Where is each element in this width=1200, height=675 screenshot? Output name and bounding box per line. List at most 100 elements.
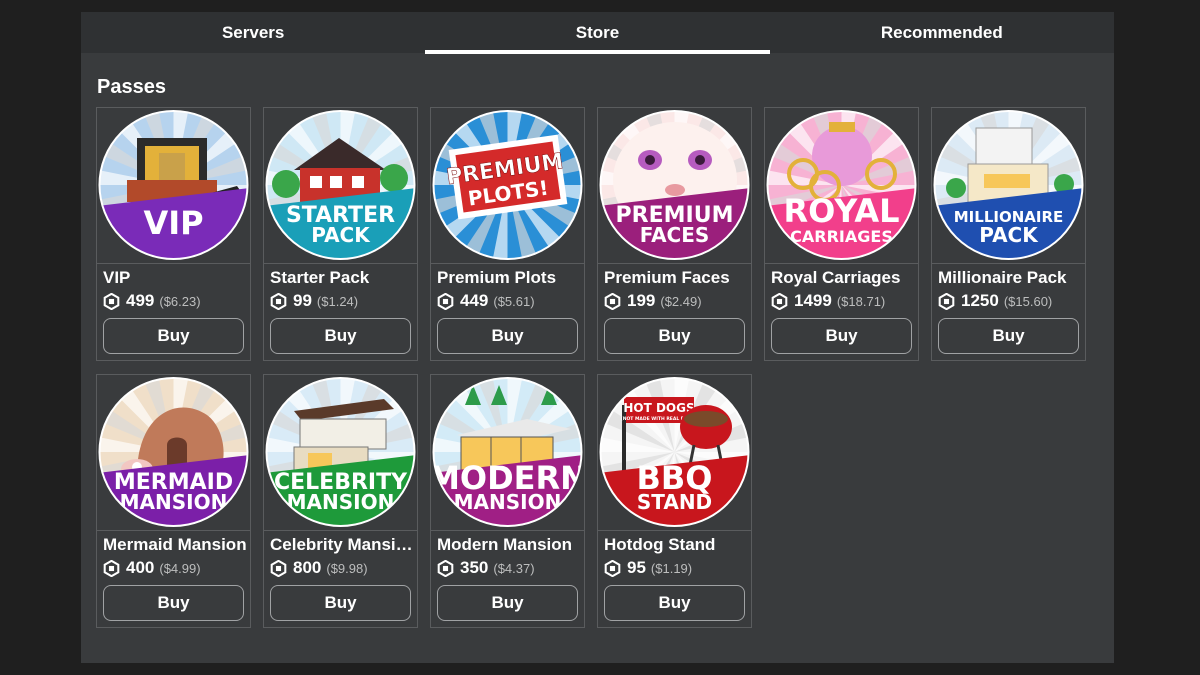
- pass-thumbnail-art: ROYAL CARRIAGES: [766, 110, 917, 260]
- pass-name[interactable]: Premium Faces: [604, 268, 748, 288]
- pass-thumbnail[interactable]: PREMIUM PLOTS!: [431, 108, 584, 264]
- pass-card[interactable]: CELEBRITY MANSION Celebrity Mansion 800 …: [263, 374, 418, 628]
- pass-thumbnail[interactable]: MERMAID MANSION: [97, 375, 250, 531]
- usd-price: ($18.71): [836, 293, 886, 309]
- robux-icon: [604, 292, 621, 310]
- passes-grid: VIP VIP 499 ($6.23) Buy STARTER PACK Sta…: [96, 107, 1101, 628]
- pass-thumbnail-art: STARTER PACK: [265, 110, 416, 260]
- art-title-line2: MANSION: [120, 490, 228, 514]
- art-title-line2: STAND: [637, 490, 712, 514]
- pass-price: 350 ($4.37): [437, 558, 535, 578]
- usd-price: ($6.23): [159, 293, 201, 309]
- pass-thumbnail[interactable]: PREMIUM FACES: [598, 108, 751, 264]
- art-title-line2: MANSION: [287, 490, 395, 514]
- pass-price: 499 ($6.23): [103, 291, 201, 311]
- robux-icon: [270, 292, 287, 310]
- art-title-line2: MANSION: [454, 490, 562, 514]
- pass-card[interactable]: MILLIONAIRE PACK Millionaire Pack 1250 (…: [931, 107, 1086, 361]
- pass-thumbnail-art: VIP: [98, 110, 249, 260]
- pass-name[interactable]: Celebrity Mansion: [270, 535, 414, 555]
- section-title-passes: Passes: [97, 76, 166, 98]
- buy-button[interactable]: Buy: [103, 318, 244, 354]
- pass-price: 1499 ($18.71): [771, 291, 885, 311]
- pass-thumbnail[interactable]: VIP: [97, 108, 250, 264]
- pass-thumbnail[interactable]: HOT DOGS (NOT MADE WITH REAL DOGS) BBQ S…: [598, 375, 751, 531]
- art-title-line2: PACK: [979, 223, 1039, 247]
- usd-price: ($2.49): [660, 293, 702, 309]
- pass-name[interactable]: Modern Mansion: [437, 535, 581, 555]
- robux-amount: 449: [460, 291, 489, 310]
- art-title-line2: CARRIAGES: [790, 227, 893, 246]
- robux-amount: 1499: [794, 291, 832, 310]
- pass-name[interactable]: Mermaid Mansion: [103, 535, 247, 555]
- robux-amount: 400: [126, 558, 155, 577]
- robux-amount: 800: [293, 558, 322, 577]
- art-title-line1: ROYAL: [784, 192, 900, 230]
- pass-price: 400 ($4.99): [103, 558, 201, 578]
- pass-thumbnail-art: MODERN MANSION: [432, 377, 583, 527]
- pass-card[interactable]: ROYAL CARRIAGES Royal Carriages 1499 ($1…: [764, 107, 919, 361]
- buy-button[interactable]: Buy: [270, 585, 411, 621]
- game-details-panel: Servers Store Recommended Passes VIP VIP 4: [81, 12, 1114, 663]
- pass-name[interactable]: Premium Plots: [437, 268, 581, 288]
- pass-thumbnail[interactable]: MODERN MANSION: [431, 375, 584, 531]
- robux-icon: [938, 292, 955, 310]
- pass-card[interactable]: HOT DOGS (NOT MADE WITH REAL DOGS) BBQ S…: [597, 374, 752, 628]
- buy-button[interactable]: Buy: [437, 585, 578, 621]
- tab-recommended[interactable]: Recommended: [770, 12, 1114, 53]
- pass-name[interactable]: Millionaire Pack: [938, 268, 1082, 288]
- pass-card[interactable]: MERMAID MANSION Mermaid Mansion 400 ($4.…: [96, 374, 251, 628]
- robux-amount: 499: [126, 291, 155, 310]
- usd-price: ($9.98): [326, 560, 368, 576]
- buy-button[interactable]: Buy: [103, 585, 244, 621]
- robux-amount: 350: [460, 558, 489, 577]
- pass-thumbnail-art: HOT DOGS (NOT MADE WITH REAL DOGS) BBQ S…: [599, 377, 750, 527]
- buy-button[interactable]: Buy: [437, 318, 578, 354]
- robux-amount: 99: [293, 291, 312, 310]
- pass-card[interactable]: MODERN MANSION Modern Mansion 350 ($4.37…: [430, 374, 585, 628]
- robux-amount: 95: [627, 558, 646, 577]
- pass-name[interactable]: Royal Carriages: [771, 268, 915, 288]
- robux-icon: [103, 292, 120, 310]
- tab-store[interactable]: Store: [425, 12, 770, 54]
- pass-price: 95 ($1.19): [604, 558, 692, 578]
- buy-button[interactable]: Buy: [604, 318, 745, 354]
- pass-thumbnail[interactable]: MILLIONAIRE PACK: [932, 108, 1085, 264]
- tab-bar: Servers Store Recommended: [81, 12, 1114, 54]
- pass-price: 449 ($5.61): [437, 291, 535, 311]
- pass-thumbnail[interactable]: STARTER PACK: [264, 108, 417, 264]
- buy-button[interactable]: Buy: [604, 585, 745, 621]
- pass-thumbnail-art: PREMIUM FACES: [599, 110, 750, 260]
- usd-price: ($4.37): [493, 560, 535, 576]
- pass-card[interactable]: PREMIUM PLOTS! Premium Plots 449 ($5.61)…: [430, 107, 585, 361]
- usd-price: ($15.60): [1003, 293, 1053, 309]
- pass-card[interactable]: STARTER PACK Starter Pack 99 ($1.24) Buy: [263, 107, 418, 361]
- usd-price: ($4.99): [159, 560, 201, 576]
- pass-price: 199 ($2.49): [604, 291, 702, 311]
- pass-card[interactable]: VIP VIP 499 ($6.23) Buy: [96, 107, 251, 361]
- tab-servers[interactable]: Servers: [81, 12, 425, 53]
- pass-thumbnail-art: MERMAID MANSION: [98, 377, 249, 527]
- buy-button[interactable]: Buy: [270, 318, 411, 354]
- pass-card[interactable]: PREMIUM FACES Premium Faces 199 ($2.49) …: [597, 107, 752, 361]
- pass-name[interactable]: Hotdog Stand: [604, 535, 748, 555]
- pass-name[interactable]: Starter Pack: [270, 268, 414, 288]
- pass-thumbnail[interactable]: CELEBRITY MANSION: [264, 375, 417, 531]
- bbq-sign-title: HOT DOGS: [623, 401, 694, 415]
- pass-thumbnail-art: MILLIONAIRE PACK: [933, 110, 1084, 260]
- usd-price: ($5.61): [493, 293, 535, 309]
- art-title-line2: PACK: [311, 223, 371, 247]
- robux-icon: [604, 559, 621, 577]
- robux-amount: 1250: [961, 291, 999, 310]
- robux-amount: 199: [627, 291, 656, 310]
- pass-price: 800 ($9.98): [270, 558, 368, 578]
- buy-button[interactable]: Buy: [771, 318, 912, 354]
- pass-name[interactable]: VIP: [103, 268, 247, 288]
- pass-thumbnail[interactable]: ROYAL CARRIAGES: [765, 108, 918, 264]
- usd-price: ($1.24): [316, 293, 359, 309]
- art-title-line1: VIP: [143, 204, 203, 242]
- buy-button[interactable]: Buy: [938, 318, 1079, 354]
- pass-price: 99 ($1.24): [270, 291, 358, 311]
- art-title-line2: FACES: [640, 223, 710, 247]
- robux-icon: [270, 559, 287, 577]
